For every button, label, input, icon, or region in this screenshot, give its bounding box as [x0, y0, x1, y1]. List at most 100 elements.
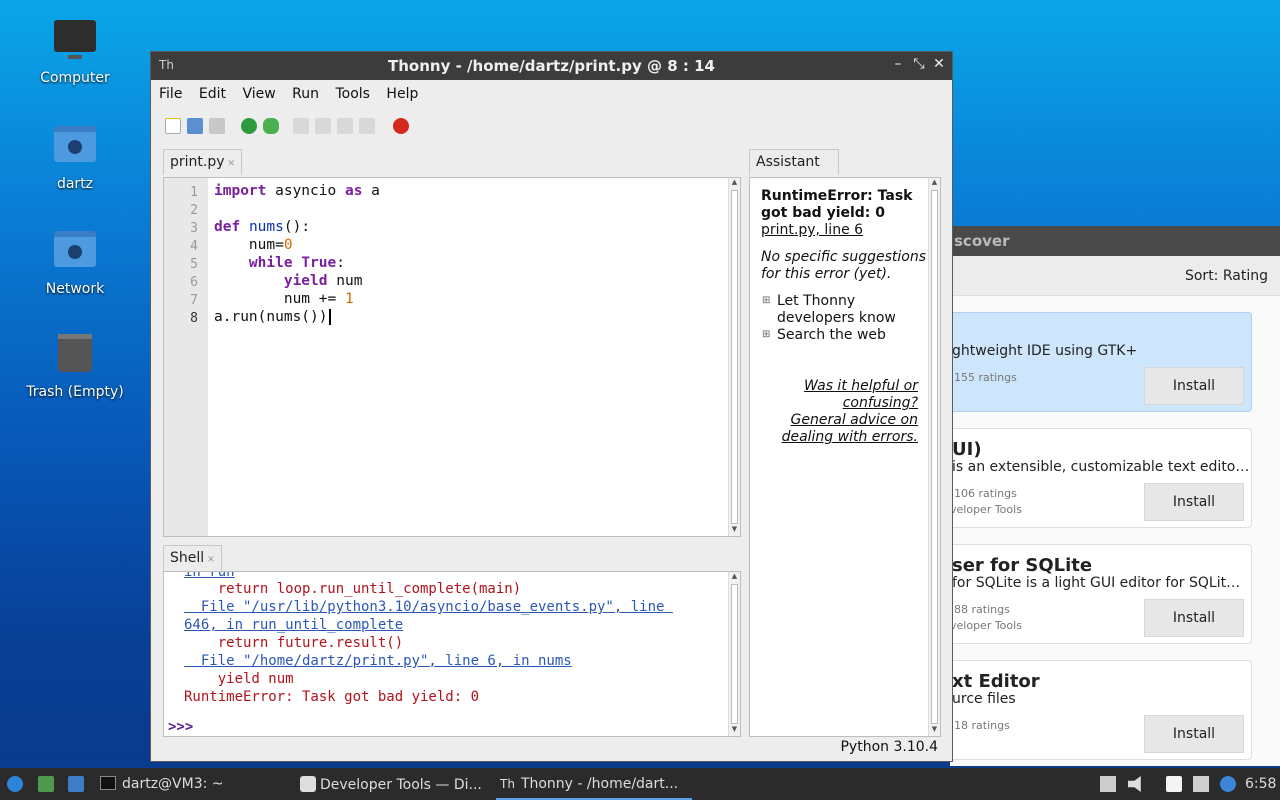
- shell-line[interactable]: in run: [184, 572, 235, 580]
- install-button[interactable]: Install: [1144, 599, 1244, 637]
- step-out-icon[interactable]: [337, 118, 353, 134]
- assistant-location-link[interactable]: print.py, line 6: [761, 222, 863, 238]
- network-status-icon[interactable]: [1193, 776, 1209, 792]
- menu-file[interactable]: File: [159, 86, 182, 102]
- network-folder-icon: [53, 231, 97, 275]
- scroll-up-icon[interactable]: ▲: [929, 178, 940, 189]
- general-advice-link[interactable]: General advice on: [791, 412, 918, 428]
- scroll-up-icon[interactable]: ▲: [729, 572, 740, 583]
- close-tab-icon[interactable]: ✕: [228, 159, 236, 169]
- tab-assistant[interactable]: Assistant: [749, 149, 839, 175]
- terminal-icon: [100, 776, 116, 790]
- toolbar: [151, 108, 952, 142]
- app-ratings: 88 ratings: [954, 603, 1010, 616]
- scroll-down-icon[interactable]: ▼: [729, 725, 740, 736]
- save-file-icon[interactable]: [209, 118, 225, 134]
- open-file-icon[interactable]: [187, 118, 203, 134]
- sort-selector[interactable]: Sort: Rating: [950, 256, 1280, 296]
- shell-tabs: Shell ✕: [163, 545, 222, 571]
- volume-icon[interactable]: [1128, 776, 1141, 792]
- shell-scrollbar[interactable]: ▲ ▼: [728, 572, 740, 736]
- minimize-icon[interactable]: –: [889, 56, 907, 72]
- menu-run[interactable]: Run: [292, 86, 319, 102]
- editor-scrollbar[interactable]: ▲ ▼: [728, 178, 740, 536]
- scroll-thumb[interactable]: [931, 190, 938, 724]
- clock[interactable]: 6:58: [1245, 768, 1276, 800]
- desktop-icon-trash[interactable]: Trash (Empty): [20, 332, 130, 400]
- menu-help[interactable]: Help: [386, 86, 418, 102]
- step-over-icon[interactable]: [293, 118, 309, 134]
- step-into-icon[interactable]: [315, 118, 331, 134]
- shell-traceback-link[interactable]: File "/usr/lib/python3.10/asyncio/base_e…: [184, 599, 673, 615]
- search-the-web-option[interactable]: Search the web: [777, 327, 886, 343]
- clipboard-icon[interactable]: [1100, 776, 1116, 792]
- scroll-up-icon[interactable]: ▲: [729, 178, 740, 189]
- expand-icon[interactable]: ⊞: [762, 295, 770, 306]
- scroll-thumb[interactable]: [731, 584, 738, 724]
- task-thonny[interactable]: Th Thonny - /home/dart...: [496, 768, 692, 800]
- shell-line: return future.result(): [184, 635, 404, 651]
- general-advice-link[interactable]: dealing with errors.: [782, 429, 918, 445]
- thonny-window[interactable]: Th Thonny - /home/dartz/print.py @ 8 : 1…: [150, 51, 953, 762]
- app-card[interactable]: ser for SQLite for SQLite is a light GUI…: [950, 544, 1252, 644]
- stop-icon[interactable]: [393, 118, 409, 134]
- file-manager-icon[interactable]: [38, 776, 54, 792]
- assistant-scrollbar[interactable]: ▲ ▼: [928, 178, 940, 736]
- discover-window[interactable]: scover Sort: Rating ghtweight IDE using …: [950, 226, 1280, 766]
- tab-label: print.py: [170, 154, 225, 170]
- discover-titlebar[interactable]: scover: [950, 226, 1280, 256]
- app-card[interactable]: UI) is an extensible, customizable text …: [950, 428, 1252, 528]
- expand-icon[interactable]: ⊞: [762, 329, 770, 340]
- notes-icon[interactable]: [1166, 776, 1182, 792]
- shell-prompt[interactable]: >>>: [168, 719, 193, 735]
- helpful-feedback-link[interactable]: confusing?: [843, 395, 918, 411]
- scroll-down-icon[interactable]: ▼: [929, 725, 940, 736]
- desktop-icon-home[interactable]: dartz: [20, 122, 130, 192]
- install-button[interactable]: Install: [1144, 483, 1244, 521]
- task-discover[interactable]: Developer Tools — Di...: [300, 768, 482, 800]
- desktop-icon-label: Trash (Empty): [26, 384, 124, 400]
- discover-icon: [300, 776, 316, 792]
- app-card[interactable]: xt Editor urce files 18 ratings Install: [950, 660, 1252, 760]
- tab-print-py[interactable]: print.py ✕: [163, 149, 243, 175]
- code-line: def nums():: [214, 219, 311, 235]
- code-line: import asyncio as a: [214, 183, 380, 199]
- menu-edit[interactable]: Edit: [199, 86, 226, 102]
- text-cursor: [328, 309, 331, 325]
- shell-line: yield num: [184, 671, 294, 687]
- code-line: yield num: [283, 273, 363, 289]
- desktop-icon-network[interactable]: Network: [20, 227, 130, 297]
- scroll-thumb[interactable]: [731, 190, 738, 524]
- run-icon[interactable]: [241, 118, 257, 134]
- resume-icon[interactable]: [359, 118, 375, 134]
- shell-traceback-link[interactable]: 646, in run_until_complete: [184, 617, 403, 633]
- code-editor[interactable]: 1 2 3 4 5 6 7 8 import asyncio as a def …: [163, 177, 741, 537]
- close-tab-icon[interactable]: ✕: [207, 555, 215, 565]
- app-card[interactable]: ghtweight IDE using GTK+ 155 ratings Ins…: [950, 312, 1252, 412]
- task-terminal[interactable]: dartz@VM3: ~: [100, 768, 224, 800]
- debug-icon[interactable]: [263, 118, 279, 134]
- window-titlebar[interactable]: Th Thonny - /home/dartz/print.py @ 8 : 1…: [151, 52, 952, 80]
- updates-icon[interactable]: [1220, 776, 1236, 792]
- python-version-status[interactable]: Python 3.10.4: [840, 739, 938, 755]
- shell-panel[interactable]: in run return loop.run_until_complete(ma…: [163, 571, 741, 737]
- install-button[interactable]: Install: [1144, 715, 1244, 753]
- close-icon[interactable]: ✕: [930, 56, 948, 72]
- let-thonny-developers-know-option[interactable]: developers know: [777, 310, 896, 326]
- menu-tools[interactable]: Tools: [335, 86, 370, 102]
- scroll-down-icon[interactable]: ▼: [729, 525, 740, 536]
- shell-error-message: RuntimeError: Task got bad yield: 0: [184, 689, 480, 705]
- sort-label: Sort: Rating: [1184, 268, 1268, 284]
- shell-traceback-link[interactable]: File "/home/dartz/print.py", line 6, in …: [184, 653, 572, 669]
- install-button[interactable]: Install: [1144, 367, 1244, 405]
- maximize-icon[interactable]: ⤡: [910, 56, 928, 72]
- tab-shell[interactable]: Shell ✕: [163, 545, 222, 571]
- menu-view[interactable]: View: [242, 86, 275, 102]
- new-file-icon[interactable]: [165, 118, 181, 134]
- app-title: xt Editor: [952, 671, 1040, 692]
- helpful-feedback-link[interactable]: Was it helpful or: [804, 378, 918, 394]
- show-desktop-icon[interactable]: [68, 776, 84, 792]
- desktop-icon-computer[interactable]: Computer: [20, 18, 130, 86]
- start-menu-icon[interactable]: [7, 776, 23, 792]
- let-thonny-developers-know-option[interactable]: Let Thonny: [777, 293, 855, 309]
